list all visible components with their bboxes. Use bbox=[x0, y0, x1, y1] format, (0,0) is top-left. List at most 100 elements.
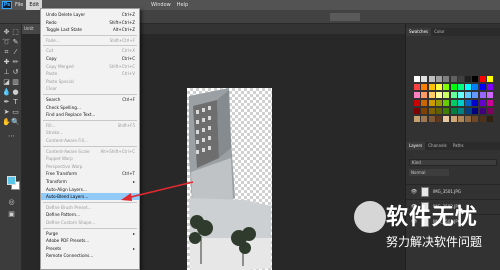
color-swatch[interactable] bbox=[465, 84, 472, 90]
color-swatch[interactable] bbox=[435, 76, 442, 82]
color-swatch[interactable] bbox=[479, 84, 486, 90]
menu-help[interactable]: Help bbox=[174, 0, 191, 10]
brush-tool-icon[interactable]: ✏ bbox=[11, 58, 20, 66]
zoom-tool-icon[interactable]: 🔍 bbox=[11, 118, 20, 126]
color-swatch[interactable] bbox=[465, 108, 472, 114]
history-brush-icon[interactable]: ↺ bbox=[11, 68, 20, 76]
edit-menu-item[interactable]: Search Ctrl+F bbox=[41, 96, 139, 103]
edit-menu-item[interactable]: Puppet Warp bbox=[41, 155, 139, 162]
edit-menu-item[interactable]: Stroke... bbox=[41, 129, 139, 136]
color-swatch[interactable] bbox=[414, 108, 420, 114]
color-swatch[interactable] bbox=[443, 116, 450, 122]
edit-menu-item[interactable]: Free Transform Ctrl+T bbox=[41, 170, 139, 177]
color-swatch[interactable] bbox=[457, 108, 464, 114]
color-swatch[interactable] bbox=[472, 100, 479, 106]
edit-menu-item[interactable]: Check Spelling... bbox=[41, 104, 139, 111]
healing-tool-icon[interactable]: ✚ bbox=[2, 58, 11, 66]
color-swatch[interactable] bbox=[435, 116, 442, 122]
color-swatch[interactable] bbox=[428, 92, 435, 98]
color-swatch[interactable] bbox=[472, 108, 479, 114]
edit-menu-item[interactable]: Undo Delete Layer Ctrl+Z bbox=[41, 11, 139, 18]
edit-menu-item[interactable]: Remote Connections... bbox=[41, 252, 139, 259]
edit-menu-item[interactable]: Toggle Last State Alt+Ctrl+Z bbox=[41, 26, 139, 33]
edit-menu-item[interactable]: Define Pattern... bbox=[41, 211, 139, 218]
color-swatch[interactable] bbox=[472, 116, 479, 122]
blend-mode-select[interactable]: Normal bbox=[409, 169, 449, 176]
menu-file[interactable]: File bbox=[12, 0, 26, 10]
edit-menu-item[interactable]: Paste Special bbox=[41, 78, 139, 85]
color-swatch[interactable] bbox=[414, 76, 420, 82]
quick-select-tool-icon[interactable]: ✎ bbox=[11, 38, 20, 46]
lasso-tool-icon[interactable]: ➰ bbox=[2, 38, 11, 46]
edit-menu-item[interactable]: Copy Ctrl+C bbox=[41, 55, 139, 62]
path-select-tool-icon[interactable]: ➤ bbox=[2, 108, 11, 116]
color-swatch[interactable] bbox=[487, 116, 493, 122]
screen-mode-icon[interactable]: ▣ bbox=[7, 210, 16, 218]
color-swatch[interactable] bbox=[457, 116, 464, 122]
stamp-tool-icon[interactable]: ⊥ bbox=[2, 68, 11, 76]
color-swatch[interactable] bbox=[487, 108, 493, 114]
tab-channels[interactable]: Channels bbox=[425, 142, 450, 150]
more-tools-icon[interactable]: ⋯ bbox=[7, 132, 16, 140]
edit-menu-item[interactable]: Fill... Shift+F5 bbox=[41, 122, 139, 129]
color-swatch[interactable] bbox=[450, 92, 457, 98]
edit-menu-item[interactable]: Content-Aware Fill... bbox=[41, 137, 139, 144]
color-swatch[interactable] bbox=[487, 100, 493, 106]
color-swatch[interactable] bbox=[457, 76, 464, 82]
edit-menu-item[interactable]: Fade... Shift+Ctrl+F bbox=[41, 37, 139, 44]
options-control[interactable] bbox=[330, 13, 360, 21]
color-swatch[interactable] bbox=[450, 76, 457, 82]
color-swatch[interactable] bbox=[428, 84, 435, 90]
color-swatch[interactable] bbox=[443, 108, 450, 114]
edit-menu-item[interactable]: Purge ▸ bbox=[41, 230, 139, 237]
color-swatch[interactable] bbox=[435, 108, 442, 114]
edit-menu-item[interactable]: Clear bbox=[41, 85, 139, 92]
tab-swatches[interactable]: Swatches bbox=[406, 28, 432, 36]
color-swatch[interactable] bbox=[421, 116, 428, 122]
color-swatch[interactable] bbox=[443, 100, 450, 106]
color-swatch[interactable] bbox=[487, 76, 493, 82]
color-swatch[interactable] bbox=[479, 116, 486, 122]
color-swatch[interactable] bbox=[472, 92, 479, 98]
color-swatch[interactable] bbox=[479, 92, 486, 98]
edit-menu-item[interactable]: Cut Ctrl+X bbox=[41, 47, 139, 54]
edit-menu-item[interactable]: Adobe PDF Presets... bbox=[41, 237, 139, 244]
color-swatch[interactable] bbox=[443, 76, 450, 82]
color-swatch[interactable] bbox=[428, 100, 435, 106]
color-swatch[interactable] bbox=[435, 100, 442, 106]
color-swatch[interactable] bbox=[421, 76, 428, 82]
edit-menu-item[interactable]: Paste Ctrl+V bbox=[41, 70, 139, 77]
color-swatch[interactable] bbox=[479, 100, 486, 106]
edit-menu-item[interactable]: Find and Replace Text... bbox=[41, 111, 139, 118]
color-swatch[interactable] bbox=[421, 84, 428, 90]
menu-window[interactable]: Window bbox=[148, 0, 174, 10]
color-swatch[interactable] bbox=[421, 92, 428, 98]
color-swatch[interactable] bbox=[457, 84, 464, 90]
color-swatch[interactable] bbox=[443, 84, 450, 90]
foreground-color-swatch[interactable] bbox=[7, 176, 16, 185]
shape-tool-icon[interactable]: ▭ bbox=[11, 108, 20, 116]
color-swatch[interactable] bbox=[421, 100, 428, 106]
move-tool-icon[interactable]: ✥ bbox=[2, 28, 11, 36]
color-swatch[interactable] bbox=[443, 92, 450, 98]
edit-menu-item[interactable]: Redo Shift+Ctrl+Z bbox=[41, 19, 139, 26]
color-swatch[interactable] bbox=[414, 84, 420, 90]
layer-filter-select[interactable]: Kind bbox=[409, 159, 497, 166]
crop-tool-icon[interactable]: ⌗ bbox=[2, 48, 11, 56]
color-swatch[interactable] bbox=[465, 76, 472, 82]
edit-menu-item[interactable]: Define Custom Shape... bbox=[41, 219, 139, 226]
color-swatch[interactable] bbox=[465, 100, 472, 106]
edit-menu-item[interactable]: Presets ▸ bbox=[41, 245, 139, 252]
color-swatch[interactable] bbox=[465, 116, 472, 122]
color-swatch[interactable] bbox=[472, 84, 479, 90]
color-swatch[interactable] bbox=[450, 108, 457, 114]
swatches-grid[interactable] bbox=[414, 76, 496, 128]
tab-color[interactable]: Color bbox=[431, 28, 447, 36]
color-swatch[interactable] bbox=[435, 92, 442, 98]
color-swatch[interactable] bbox=[450, 100, 457, 106]
color-swatch[interactable] bbox=[479, 108, 486, 114]
tab-layers[interactable]: Layers bbox=[406, 142, 426, 150]
blur-tool-icon[interactable]: 💧 bbox=[2, 88, 11, 96]
edit-menu-item[interactable]: Content-Aware Scale Alt+Shift+Ctrl+C bbox=[41, 148, 139, 155]
color-swatch[interactable] bbox=[428, 116, 435, 122]
